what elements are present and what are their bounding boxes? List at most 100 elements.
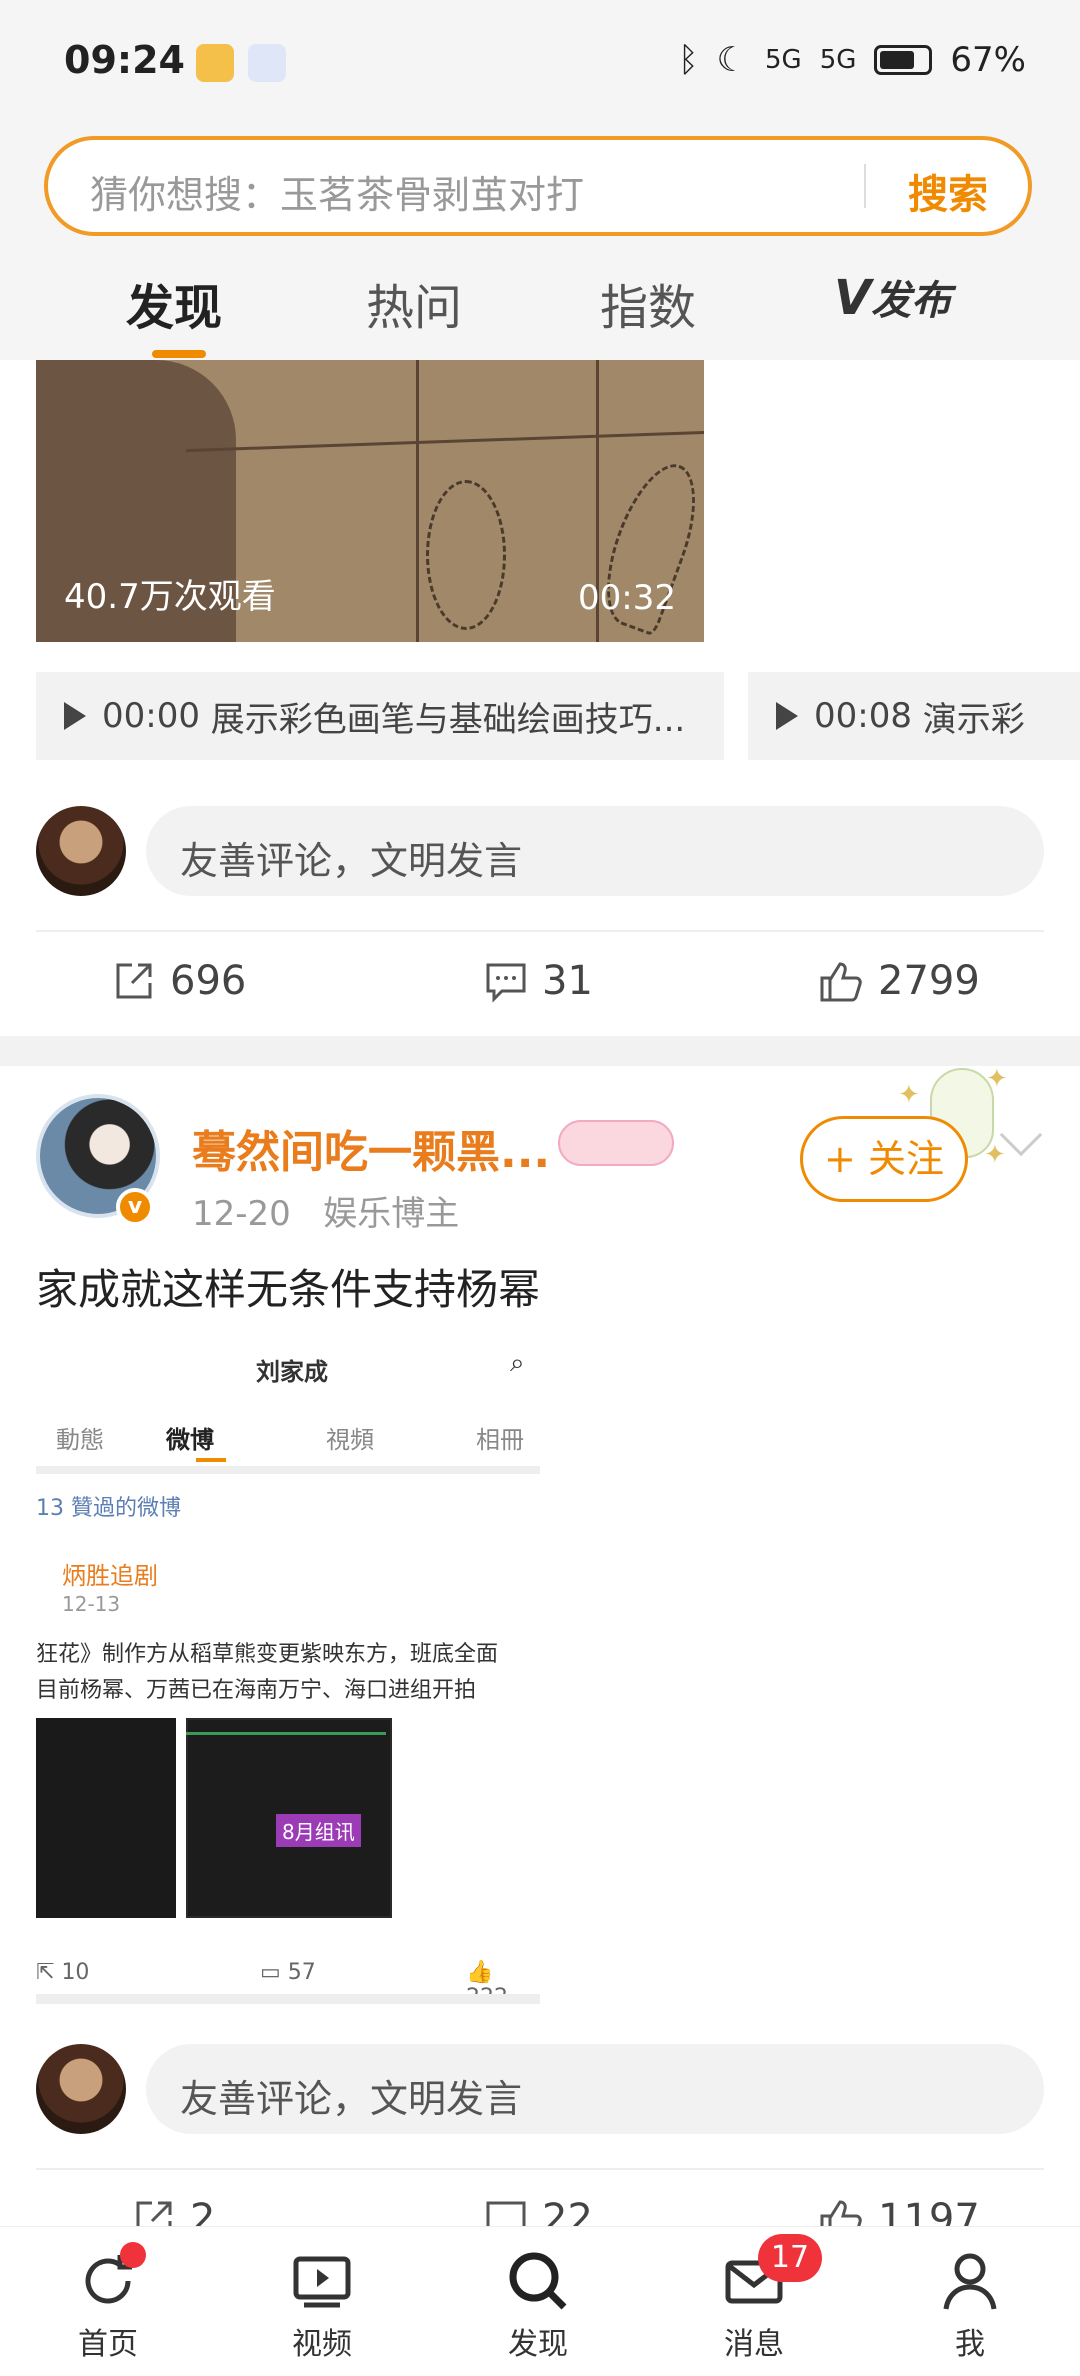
chapter-item[interactable]: 00:08 演示彩 <box>748 672 1080 760</box>
post-actions: 696 31 2799 <box>0 958 1080 1018</box>
shot-tab-indicator <box>196 1458 226 1462</box>
video-player[interactable]: 40.7万次观看 00:32 <box>36 360 704 642</box>
message-badge: 17 <box>758 2234 822 2282</box>
chapter-time: 00:08 <box>814 696 912 736</box>
post-text: 家成就这样无条件支持杨幂 <box>36 1265 541 1314</box>
share-count: 696 <box>170 958 247 1004</box>
author-category: 娱乐博主 <box>323 1194 460 1234</box>
feed-separator <box>0 1036 1080 1066</box>
like-count: 2799 <box>878 958 980 1004</box>
signal-icon-2: 5G <box>819 45 857 75</box>
nav-profile[interactable]: 我 <box>910 2249 1030 2363</box>
verified-badge-icon: v <box>116 1188 154 1226</box>
search-button[interactable]: 搜索 <box>908 162 988 220</box>
shot-text: 狂花》制作方从稻草熊变更紫映东方，班底全面 <box>36 1642 499 1667</box>
shot-image <box>36 1718 176 1918</box>
chapter-label: 演示彩 <box>922 699 1025 740</box>
comment-icon <box>486 963 526 1003</box>
tab-hot-questions[interactable]: 热问 <box>366 268 462 338</box>
shot-tab: 動態 <box>56 1426 104 1454</box>
search-bar[interactable]: 猜你想搜：玉茗茶骨剥茧对打 搜索 <box>44 136 1032 236</box>
shot-share: ⇱ 10 <box>36 1960 90 1985</box>
chapter-label: 展示彩色画笔与基础绘画技巧... <box>210 699 686 740</box>
status-time: 09:24 <box>64 38 185 82</box>
nav-video-label: 视频 <box>292 2327 352 2362</box>
shot-comment: ▭ 57 <box>260 1960 316 1985</box>
follow-button[interactable]: + 关注 <box>800 1116 968 1202</box>
shot-image-line <box>186 1732 386 1735</box>
divider <box>36 2168 1044 2170</box>
video-icon <box>293 2256 351 2308</box>
shot-tag: 8月组讯 <box>276 1814 361 1847</box>
post-meta: 12-20 娱乐博主 <box>192 1186 459 1235</box>
shot-date: 12-13 <box>62 1592 121 1616</box>
chevron-down-icon[interactable] <box>999 1113 1043 1157</box>
nav-discover-label: 发现 <box>508 2327 568 2362</box>
tab-index[interactable]: 指数 <box>600 268 696 338</box>
nav-video[interactable]: 视频 <box>262 2249 382 2363</box>
tab-publish[interactable]: V发布 <box>834 268 951 326</box>
shot-share-count: 10 <box>61 1960 90 1985</box>
sparkle-icon: ✦ <box>986 1064 1008 1094</box>
person-icon <box>943 2253 997 2310</box>
chapter-item[interactable]: 00:00 展示彩色画笔与基础绘画技巧... <box>36 672 724 760</box>
shot-comment-count: 57 <box>287 1960 316 1985</box>
video-duration: 00:32 <box>578 578 676 618</box>
thumbs-up-icon <box>820 962 862 1002</box>
comment-button[interactable]: 31 <box>484 958 593 1004</box>
shot-tab: 視頻 <box>326 1426 374 1454</box>
chapter-time: 00:00 <box>102 696 200 736</box>
shot-bottom-bar <box>36 1994 540 2004</box>
battery-icon <box>874 45 933 75</box>
nav-messages-label: 消息 <box>724 2327 784 2362</box>
publish-logo-icon: V <box>834 270 872 326</box>
my-avatar <box>36 806 126 896</box>
video-sketch-line <box>416 360 419 642</box>
shot-divider <box>36 1466 540 1474</box>
member-badge-icon <box>558 1120 674 1166</box>
nav-home[interactable]: 首页 <box>48 2249 168 2363</box>
play-icon <box>776 702 798 730</box>
shot-tab: 微博 <box>166 1426 214 1454</box>
shot-author: 炳胜追剧 <box>62 1562 158 1590</box>
like-button[interactable]: 2799 <box>818 958 980 1004</box>
nav-discover[interactable]: 发现 <box>478 2249 598 2363</box>
tab-publish-label: 发布 <box>871 278 952 324</box>
nav-profile-label: 我 <box>955 2327 985 2362</box>
top-header: 09:24 ᛒ ☾ 5G 5G 67% 猜你想搜：玉茗茶骨剥茧对打 搜索 发现 … <box>0 0 1080 360</box>
tab-discover[interactable]: 发现 <box>126 268 222 338</box>
search-divider <box>864 164 866 208</box>
author-name[interactable]: 蓦然间吃一颗黑... <box>192 1116 550 1180</box>
search-icon: ⌕ <box>510 1348 525 1378</box>
battery-text: 67% <box>950 40 1026 80</box>
comment-input[interactable]: 友善评论，文明发言 <box>146 806 1044 896</box>
shot-tab: 相冊 <box>476 1426 524 1454</box>
comment-count: 31 <box>542 958 593 1004</box>
post-date: 12-20 <box>192 1194 291 1234</box>
sparkle-icon: ✦ <box>984 1140 1006 1170</box>
sparkle-icon: ✦ <box>898 1080 920 1110</box>
notification-dot <box>120 2242 146 2268</box>
top-tabs: 发现 热问 指数 V发布 <box>0 268 1080 338</box>
video-views: 40.7万次观看 <box>64 577 276 617</box>
bluetooth-icon: ᛒ <box>678 40 699 80</box>
share-button[interactable]: 696 <box>112 958 246 1004</box>
signal-icon: 5G <box>765 45 802 75</box>
tab-indicator <box>152 350 206 358</box>
shot-liked: 13 贊過的微博 <box>36 1496 181 1521</box>
comment-input[interactable]: 友善评论，文明发言 <box>146 2044 1044 2134</box>
divider <box>36 930 1044 932</box>
nav-home-label: 首页 <box>78 2327 138 2362</box>
my-avatar <box>36 2044 126 2134</box>
search-icon <box>509 2252 567 2310</box>
status-icons: ᛒ ☾ 5G 5G 67% <box>678 40 1026 80</box>
video-sketch-leaf <box>426 480 506 630</box>
post-image[interactable]: 刘家成 ⌕ 動態 微博 視頻 相冊 13 贊過的微博 炳胜追剧 12-13 狂花… <box>36 1330 540 2010</box>
bottom-nav: 首页 视频 发现 消息 我 <box>0 2226 1080 2376</box>
moon-icon: ☾ <box>716 40 748 80</box>
search-input[interactable]: 猜你想搜：玉茗茶骨剥茧对打 <box>90 164 584 219</box>
share-icon <box>116 963 152 999</box>
app-notify-icon <box>248 44 286 82</box>
video-sketch-line <box>186 430 704 453</box>
weibo-notify-icon <box>196 44 234 82</box>
